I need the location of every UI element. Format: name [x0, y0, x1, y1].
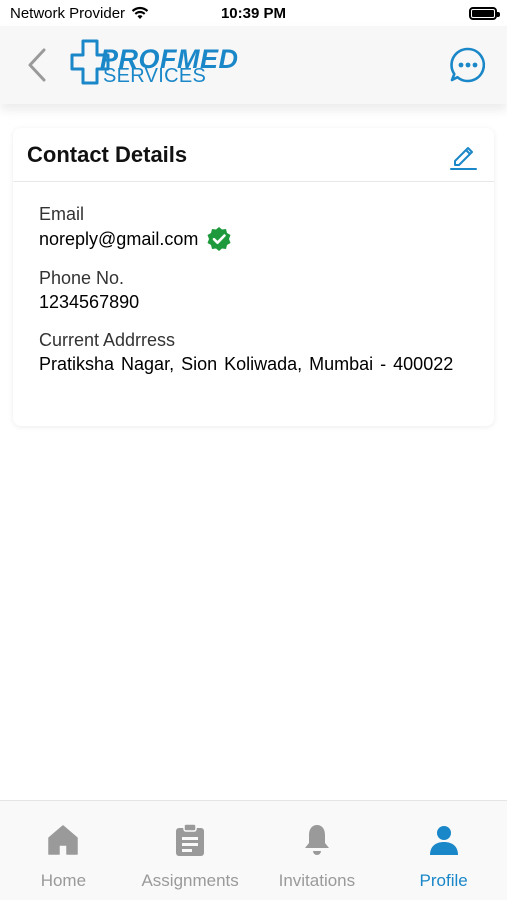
address-label: Current Addrress	[39, 330, 176, 350]
wifi-icon	[131, 6, 149, 19]
tab-assignments[interactable]: Assignments	[127, 801, 253, 891]
email-field: Email noreply@gmail.com	[39, 202, 468, 252]
email-label: Email	[39, 204, 85, 224]
battery-icon	[469, 6, 500, 20]
logo-line-2: SERVICES	[103, 65, 207, 87]
tab-home-label: Home	[40, 871, 87, 890]
clipboard-icon	[176, 823, 205, 856]
card-header: Contact Details	[13, 128, 494, 182]
edit-button[interactable]	[446, 138, 480, 172]
card-body: Email noreply@gmail.com Phone No. 123456…	[13, 182, 494, 410]
status-left: Network Provider	[10, 5, 149, 22]
bell-icon	[304, 825, 329, 855]
card-title: Contact Details	[27, 141, 188, 167]
chat-button[interactable]	[449, 46, 487, 84]
email-value: noreply@gmail.com	[39, 229, 199, 249]
person-icon	[429, 826, 458, 855]
address-field: Current Addrress Pratiksha Nagar, Sion K…	[39, 328, 468, 376]
phone-value: 1234567890	[39, 292, 140, 312]
tab-invitations-label: Invitations	[278, 871, 356, 890]
contact-details-card: Contact Details Email noreply@gmail.com …	[13, 128, 494, 426]
bottom-tab-bar: Home Assignments Invitations Profile	[0, 800, 507, 900]
phone-label: Phone No.	[39, 268, 125, 288]
tab-profile[interactable]: Profile	[381, 801, 507, 891]
tab-invitations[interactable]: Invitations	[254, 801, 380, 891]
verified-badge-icon	[207, 227, 231, 251]
tab-home[interactable]: Home	[0, 801, 126, 891]
email-value-row: noreply@gmail.com	[39, 226, 468, 252]
status-bar: Network Provider 10:39 PM	[0, 0, 507, 26]
tab-profile-label: Profile	[419, 871, 468, 890]
pencil-icon	[450, 146, 477, 170]
profmed-logo: PROFMED SERVICES	[70, 38, 238, 88]
chevron-left-icon	[28, 48, 46, 82]
carrier-name: Network Provider	[10, 4, 126, 22]
chat-bubble-icon	[450, 47, 486, 83]
home-icon	[48, 825, 79, 855]
tab-assignments-label: Assignments	[141, 871, 239, 890]
app-header: PROFMED SERVICES	[0, 26, 507, 104]
address-value: Pratiksha Nagar, Sion Koliwada, Mumbai -…	[39, 354, 454, 374]
back-button[interactable]	[22, 46, 52, 84]
phone-field: Phone No. 1234567890	[39, 266, 468, 314]
